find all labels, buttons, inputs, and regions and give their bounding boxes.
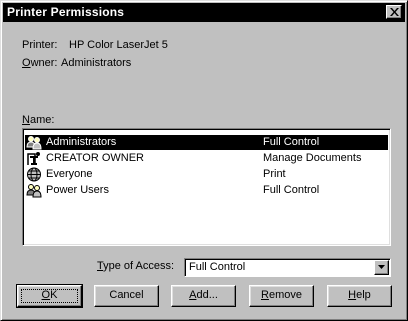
window-title: Printer Permissions [7,5,125,19]
group-icon [26,136,42,150]
add-button[interactable]: Add... [171,285,236,307]
title-bar[interactable]: Printer Permissions [3,3,405,22]
owner-value: Administrators [61,57,132,69]
list-item[interactable]: CREATOR OWNER Manage Documents [25,151,388,166]
ok-button[interactable]: OK [16,284,83,308]
remove-rest: emove [268,289,302,301]
list-item[interactable]: Power Users Full Control [25,183,388,198]
type-of-access-label: Type of Access: [97,260,174,272]
list-item[interactable]: Everyone Print [25,167,388,182]
entry-access: Manage Documents [263,152,362,164]
dropdown-button[interactable] [374,260,389,275]
help-rest: elp [356,289,371,301]
entry-access: Full Control [263,136,320,148]
entry-name: CREATOR OWNER [46,152,144,164]
remove-button[interactable]: Remove [249,285,314,307]
name-label: Name: [22,114,54,126]
chevron-down-icon [378,265,385,269]
type-of-access-select[interactable]: Full Control [184,258,391,277]
creator-owner-icon [27,152,40,165]
owner-label-rest: wner: [30,57,58,69]
owner-label: Owner: [22,57,57,69]
printer-permissions-dialog: Printer Permissions Printer: HP Color La… [0,0,408,321]
permissions-list[interactable]: Administrators Full Control CREATOR OWNE… [22,128,391,246]
focus-rect [21,289,78,303]
entry-name: Everyone [46,168,93,180]
remove-mnemonic: R [261,289,269,301]
name-label-rest: ame: [29,114,55,126]
globe-icon [27,167,41,182]
entry-name: Administrators [46,136,117,148]
add-rest: dd... [196,289,218,301]
entry-name: Power Users [46,184,109,196]
type-of-access-value: Full Control [189,261,246,273]
list-item[interactable]: Administrators Full Control [25,135,388,150]
owner-label-mnemonic: O [22,57,31,69]
type-of-access-rest: ype of Access: [103,260,175,272]
cancel-button[interactable]: Cancel [94,285,159,307]
printer-value: HP Color LaserJet 5 [69,39,168,51]
name-label-mnemonic: N [22,114,30,126]
entry-access: Full Control [263,184,320,196]
group-icon [26,184,42,198]
help-button[interactable]: Help [327,285,392,307]
printer-label: Printer: [22,39,58,51]
help-mnemonic: H [348,289,357,301]
entry-access: Print [263,168,286,180]
close-icon [390,8,399,16]
close-button[interactable] [386,5,402,19]
